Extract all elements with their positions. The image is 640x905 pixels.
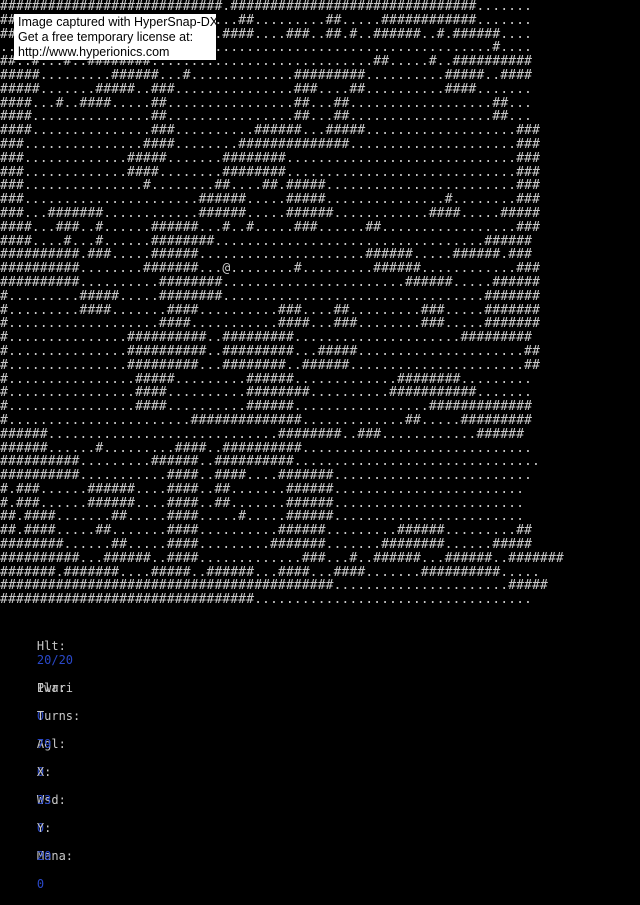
map-row: #####.........######...#.............###… [0,67,532,83]
map-row: #................#####.........######...… [0,371,532,387]
x-label: X: [36,765,52,779]
watermark-line-1: Image captured with HyperSnap-DX [18,15,219,29]
map-row: ##########........#######...@........#..… [0,261,540,277]
player-glyph: @ [222,261,231,277]
map-row: #######.#######....#####..######...####.… [0,564,540,580]
map-row: ####...#..####.....##................##.… [0,95,532,111]
map-row: ##.####.......##.....####.....#.....####… [0,509,525,525]
map-row: ##.####.....##.......####..........#####… [0,523,532,539]
map-row: ######.............................#####… [0,426,525,442]
map-row: ####...###..#......######...#..#.....###… [0,219,540,235]
map-row: ##########.###.....######...............… [0,247,532,263]
dungeon-map: ############################.###########… [0,0,564,607]
map-row: ###.............####........########....… [0,164,540,180]
map-row: #...................####...........####.… [0,316,540,332]
map-row: #...............#########...########..##… [0,357,540,373]
map-row: ####...............###..........######..… [0,123,540,139]
map-row: ############################.###########… [0,0,532,14]
map-row: ###...#######............######.....####… [0,205,540,221]
map-row: #................####..........########.… [0,385,532,401]
status-bar: Hlt: 20/20 Pwr: 0 Agl: 0 Wsd: 0 Mana: 0 … [8,597,87,891]
map-row: ########################################… [0,578,548,594]
map-row: #...............##########..#########...… [0,343,540,359]
mana-value: 0 [36,877,45,891]
map-row: #.........####.......####..........###..… [0,302,540,318]
map-row: ###...............#........##....##.####… [0,178,540,194]
x-value: 33 [36,793,52,807]
map-row: #................####..........######...… [0,399,532,415]
map-row: #.........#####.....########............… [0,288,540,304]
health-value: 20/20 [36,653,74,667]
status-row-position: Ilari Turns: 79 X: 33 Y: 20 [8,667,87,863]
map-row: ###.............#####.......########....… [0,150,540,166]
y-value: 20 [36,849,52,863]
map-row: ##########...######..####.............##… [0,550,564,566]
y-label: Y: [36,821,52,835]
health-label: Hlt: [36,639,66,653]
watermark-line-3: http://www.hyperionics.com [18,45,170,59]
watermark-line-2: Get a free temporary license at: [18,30,194,44]
map-row: #.###......######....####..##.......####… [0,495,525,511]
map-row: ######......#.........####..##########..… [0,440,532,456]
turns-label: Turns: [36,709,81,723]
map-row: #####.......#####..###...............###… [0,81,532,97]
map-row: ###...............####........##########… [0,136,540,152]
turns-value: 79 [36,737,52,751]
map-row: #.###......######....####..##.......####… [0,481,525,497]
status-row-stats: Hlt: 20/20 Pwr: 0 Agl: 0 Wsd: 0 Mana: 0 [8,625,87,891]
map-row: #...............##########..#########...… [0,330,532,346]
map-row: ####....#...#......########.............… [0,233,532,249]
map-row: ########......##.....####.........######… [0,537,532,553]
hypersnap-watermark: Image captured with HyperSnap-DX Get a f… [14,14,219,60]
map-row: #.......................##############..… [0,412,532,428]
map-row: ##########..........########............… [0,274,540,290]
map-row: ####...............##................##.… [0,109,532,125]
character-name: Ilari [36,681,74,695]
map-row: ##########.........######..##########...… [0,454,540,470]
map-row: ##########...........####..####....#####… [0,468,532,484]
map-row: ###......................######.....####… [0,192,540,208]
